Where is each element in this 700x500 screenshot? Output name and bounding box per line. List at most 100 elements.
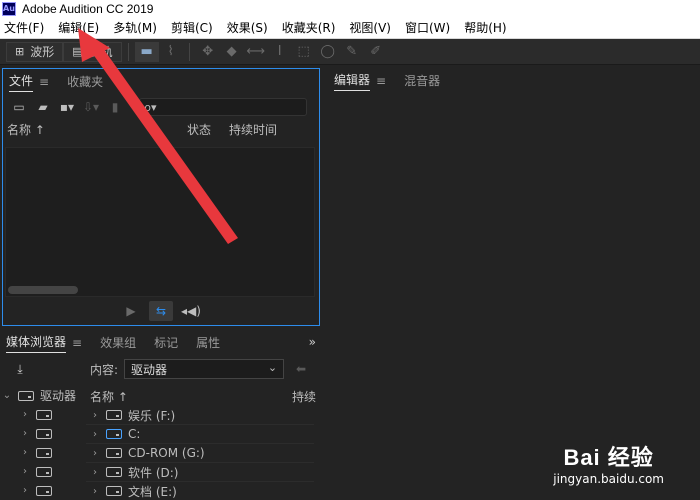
new-file-icon[interactable]: ▪▾ (55, 98, 79, 116)
drive-icon (106, 467, 122, 477)
tree-item[interactable]: › (0, 424, 82, 443)
auto-play-speaker-icon[interactable]: ◂◀) (179, 301, 203, 321)
files-search-input[interactable]: ρ▾ (139, 98, 307, 116)
drive-icon (36, 466, 52, 477)
tab-markers[interactable]: 标记 (154, 334, 178, 353)
media-toolbar: ⤓ 内容: 驱动器 ⌄ ⬅ (0, 356, 320, 382)
tab-favorites[interactable]: 收藏夹 (67, 73, 103, 92)
panel-menu-icon[interactable]: ≡ (72, 336, 82, 350)
import-media-icon[interactable]: ⤓ (8, 360, 32, 378)
menu-view[interactable]: 视图(V) (345, 19, 395, 36)
media-list: › 娱乐 (F:) › C: › CD-ROM (G:) › 软件 (D:) › 文档 (… (86, 386, 314, 500)
razor-tool-icon[interactable]: ◆ (220, 42, 244, 62)
drive-icon (106, 410, 122, 420)
column-name[interactable]: 名称 ↑ (7, 121, 187, 138)
tree-root-drives[interactable]: ⌄ 驱动器 (0, 386, 82, 405)
menu-effects[interactable]: 效果(S) (223, 19, 272, 36)
search-icon: ρ▾ (144, 100, 157, 114)
panel-overflow-icon[interactable]: » (309, 335, 316, 351)
menu-window[interactable]: 窗口(W) (401, 19, 454, 36)
media-panel-tabs: 媒体浏览器 ≡ 效果组 标记 属性 » (0, 330, 320, 356)
menu-file[interactable]: 文件(F) (0, 19, 48, 36)
tree-item[interactable]: › (0, 443, 82, 462)
system-drive-icon (106, 429, 122, 439)
insert-into-multitrack-icon[interactable]: ⇩▾ (79, 98, 103, 116)
chevron-right-icon: › (93, 409, 97, 421)
editor-panel-tabs: 编辑器 ≡ 混音器 (326, 68, 700, 94)
tab-media-browser[interactable]: 媒体浏览器 (6, 333, 67, 353)
drive-icon (36, 428, 52, 439)
baidu-jingyan-watermark: Bai 经验 jingyan.baidu.com (553, 440, 664, 486)
chevron-right-icon: › (93, 447, 97, 459)
move-tool-icon[interactable]: ✥ (196, 42, 220, 62)
drive-icon (106, 486, 122, 496)
multitrack-icon: ▤ (72, 45, 83, 58)
tab-editor[interactable]: 编辑器 (334, 71, 371, 91)
drive-icon (36, 409, 52, 420)
column-duration[interactable]: 持续时间 (229, 121, 309, 138)
watermark-url: jingyan.baidu.com (553, 472, 664, 486)
spectral-display-icon[interactable]: ▬ (134, 41, 159, 62)
chevron-right-icon: › (23, 485, 27, 496)
tab-files[interactable]: 文件 (9, 72, 34, 92)
marquee-tool-icon[interactable]: ⬚ (292, 42, 316, 62)
files-list[interactable] (5, 147, 315, 297)
panel-menu-icon[interactable]: ≡ (39, 75, 49, 89)
tab-properties[interactable]: 属性 (196, 334, 220, 353)
spot-healing-tool-icon[interactable]: ✐ (364, 42, 388, 62)
menu-bar: 文件(F) 编辑(E) 多轨(M) 剪辑(C) 效果(S) 收藏夹(R) 视图(… (0, 17, 700, 39)
lasso-tool-icon[interactable]: ◯ (316, 42, 340, 62)
title-bar: Au Adobe Audition CC 2019 (0, 0, 700, 17)
tree-item[interactable]: › (0, 481, 82, 500)
menu-help[interactable]: 帮助(H) (460, 19, 510, 36)
loop-icon[interactable]: ⇆ (149, 301, 173, 321)
files-panel-tabs: 文件 ≡ 收藏夹 (3, 69, 319, 95)
chevron-right-icon: › (93, 466, 97, 478)
tree-item[interactable]: › (0, 405, 82, 424)
files-toolbar: ▭ ▰ ▪▾ ⇩▾ ▮ ρ▾ (3, 95, 319, 119)
list-item[interactable]: › C: (86, 425, 314, 444)
tab-effects-rack[interactable]: 效果组 (100, 334, 136, 353)
list-item[interactable]: › 文档 (E:) (86, 482, 314, 500)
multitrack-label: 多轨 (88, 45, 113, 59)
files-list-header: 名称 ↑ 状态 持续时间 (3, 119, 319, 139)
menu-clip[interactable]: 剪辑(C) (167, 19, 217, 36)
play-icon[interactable]: ▶ (119, 301, 143, 321)
content-select[interactable]: 驱动器 ⌄ (124, 359, 285, 379)
toolbar-divider (188, 42, 190, 61)
cd-drive-icon (106, 448, 122, 458)
cd-drive-icon (36, 485, 52, 496)
waveform-view-button[interactable]: ⊞ 波形 (6, 41, 64, 62)
back-arrow-icon[interactable]: ⬅ (296, 362, 306, 376)
chevron-down-icon: ⌄ (267, 361, 278, 374)
waveform-icon: ⊞ (15, 45, 25, 58)
files-transport: ▶ ⇆ ◂◀) (3, 297, 319, 325)
slip-tool-icon[interactable]: ⟷ (244, 42, 268, 62)
import-file-icon[interactable]: ▰ (31, 98, 55, 116)
time-selection-tool-icon[interactable]: I (268, 42, 292, 62)
multitrack-view-button[interactable]: ▤ 多轨 (63, 41, 122, 62)
chevron-right-icon: › (23, 428, 27, 439)
toolbar: ⊞ 波形 ▤ 多轨 ▬ ⌇ ✥ ◆ ⟷ I ⬚ ◯ ✎ ✐ (0, 39, 700, 65)
open-file-icon[interactable]: ▭ (7, 98, 31, 116)
menu-edit[interactable]: 编辑(E) (54, 19, 103, 36)
pitch-display-icon[interactable]: ⌇ (159, 42, 183, 62)
chevron-right-icon: › (23, 447, 27, 458)
tab-mixer[interactable]: 混音器 (404, 72, 440, 91)
column-status[interactable]: 状态 (187, 121, 229, 138)
panel-menu-icon[interactable]: ≡ (376, 74, 386, 88)
menu-favorites[interactable]: 收藏夹(R) (278, 19, 340, 36)
files-panel: 文件 ≡ 收藏夹 ▭ ▰ ▪▾ ⇩▾ ▮ ρ▾ 名称 ↑ 状态 持续时间 ▶ ⇆… (2, 68, 320, 326)
delete-icon[interactable]: ▮ (103, 98, 127, 116)
horizontal-scrollbar[interactable] (8, 286, 78, 294)
brush-tool-icon[interactable]: ✎ (340, 42, 364, 62)
tree-item[interactable]: › (0, 462, 82, 481)
media-browser-panel: 媒体浏览器 ≡ 效果组 标记 属性 » ⤓ 内容: 驱动器 ⌄ ⬅ ⌄ 驱动器 … (0, 330, 320, 500)
list-item[interactable]: › 软件 (D:) (86, 463, 314, 482)
list-item[interactable]: › 娱乐 (F:) (86, 406, 314, 425)
menu-multitrack[interactable]: 多轨(M) (109, 19, 161, 36)
chevron-right-icon: › (23, 466, 27, 477)
list-item[interactable]: › CD-ROM (G:) (86, 444, 314, 463)
watermark-logo: Bai 经验 (563, 445, 654, 470)
audition-app-icon: Au (2, 1, 16, 16)
